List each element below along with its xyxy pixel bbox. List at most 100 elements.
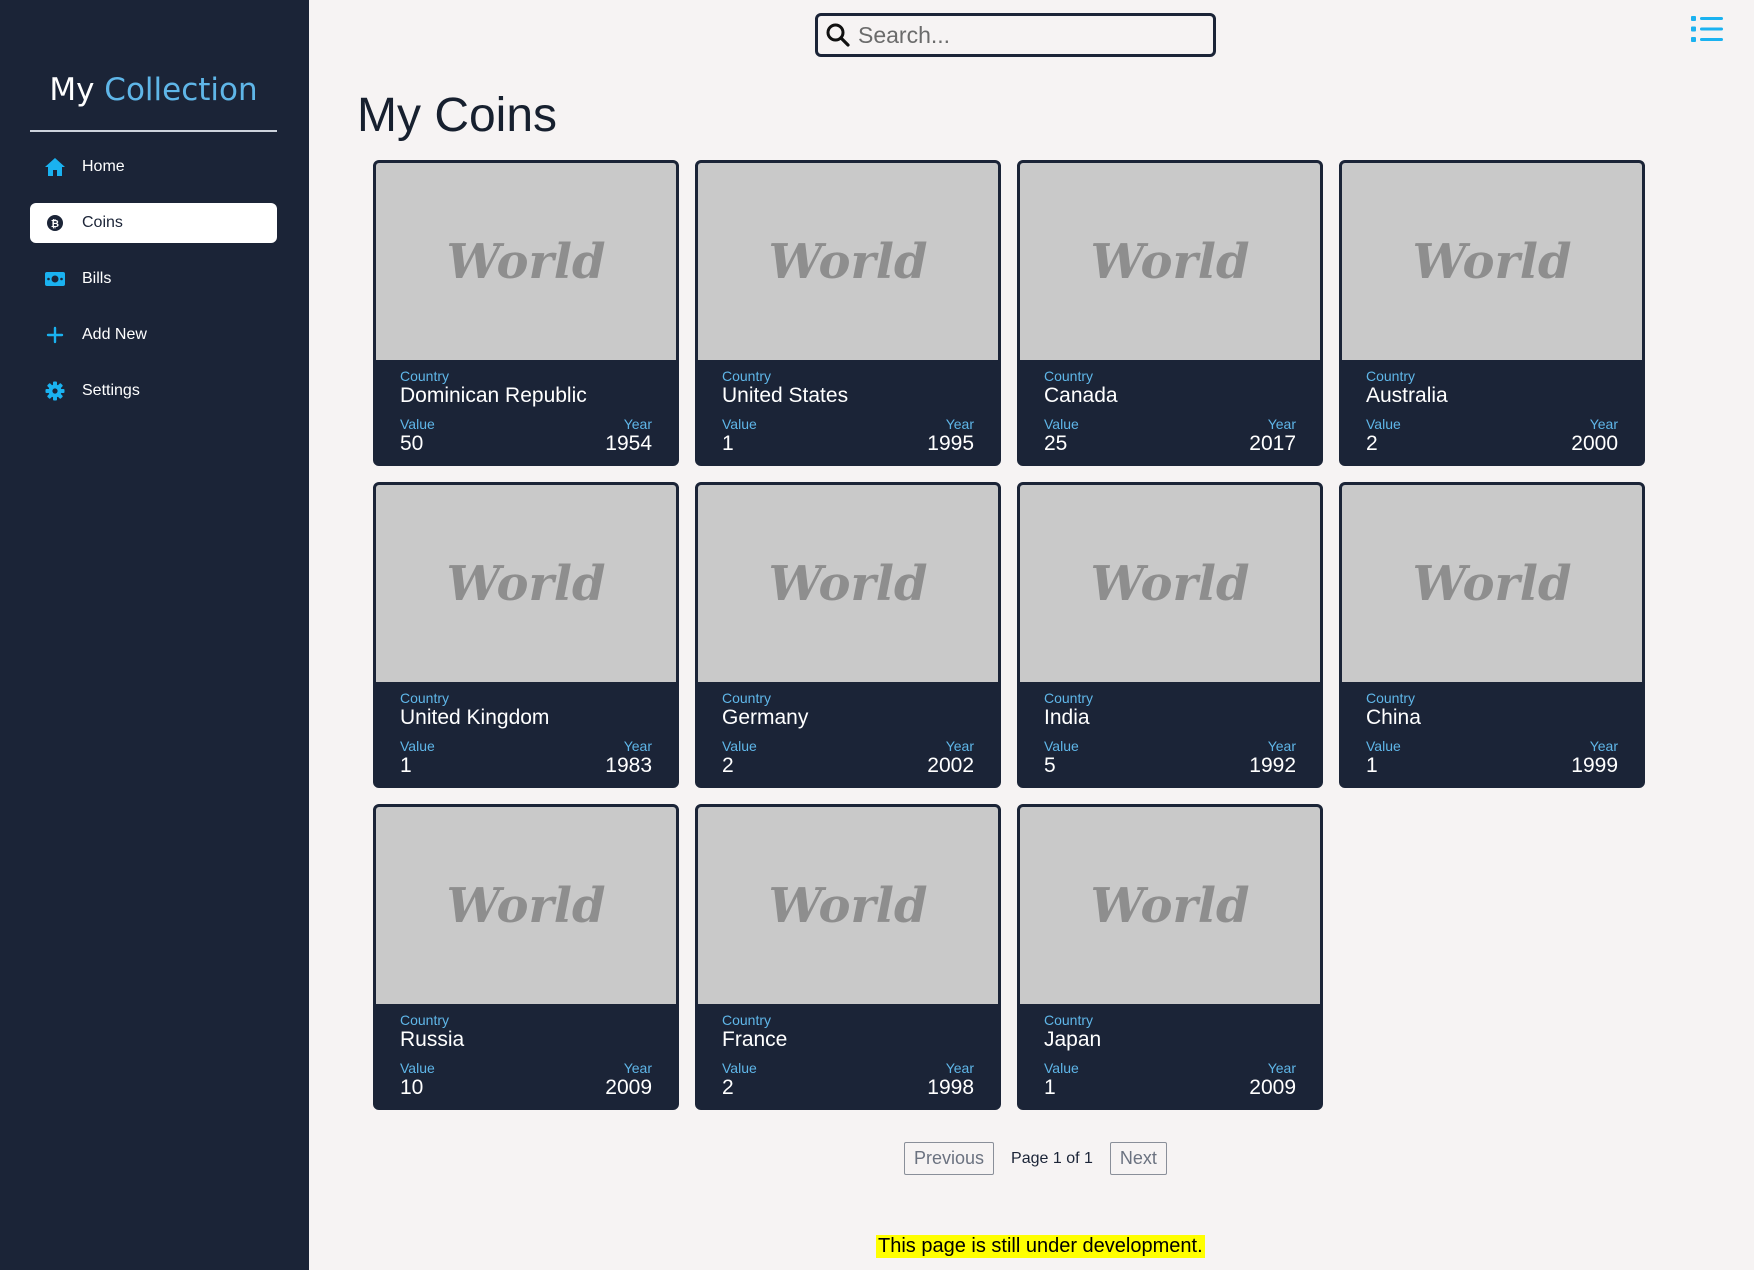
coin-value: 2 (722, 754, 734, 777)
value-label: Value (1366, 416, 1401, 432)
country-label: Country (400, 368, 450, 384)
coin-value: 2 (1366, 432, 1378, 455)
brand-title: My Collection (30, 72, 277, 108)
page-title: My Coins (357, 89, 558, 142)
year-column: Year 2000 (1571, 416, 1618, 456)
coin-image-text: World (446, 555, 606, 612)
development-notice: This page is still under development. (876, 1235, 1205, 1258)
coin-image-text: World (1412, 233, 1572, 290)
coin-year: 1992 (1249, 754, 1296, 777)
coin-value: 1 (722, 432, 734, 455)
coin-info: Country Russia Value 10 Year 2009 (376, 1004, 676, 1100)
coin-details: Value 50 Year 1954 (400, 416, 652, 456)
year-column: Year 1992 (1249, 738, 1296, 778)
brand-part2: Collection (104, 72, 258, 108)
coin-year: 1998 (927, 1076, 974, 1099)
coin-country: Canada (1044, 384, 1118, 407)
year-label: Year (945, 1060, 974, 1076)
sidebar-item-label: Settings (82, 382, 140, 399)
coin-year: 1954 (605, 432, 652, 455)
coin-details: Value 25 Year 2017 (1044, 416, 1296, 456)
sidebar-item-bills[interactable]: Bills (30, 259, 277, 299)
coin-year: 2002 (927, 754, 974, 777)
coin-image: World (1020, 807, 1320, 1004)
next-button[interactable]: Next (1109, 1142, 1167, 1175)
list-view-icon[interactable] (1690, 14, 1724, 44)
coin-image-text: World (1090, 555, 1250, 612)
coin-info: Country China Value 1 Year 1999 (1342, 682, 1642, 778)
year-label: Year (1589, 738, 1618, 754)
country-label: Country (1044, 1012, 1094, 1028)
sidebar-item-add-new[interactable]: Add New (30, 315, 277, 355)
coin-image: World (1020, 485, 1320, 682)
coin-info: Country Dominican Republic Value 50 Year… (376, 360, 676, 456)
sidebar-item-settings[interactable]: Settings (30, 371, 277, 411)
country-label: Country (1366, 690, 1416, 706)
coin-card[interactable]: World Country Japan Value 1 Year 2009 (1017, 804, 1323, 1110)
coin-details: Value 1 Year 1995 (722, 416, 974, 456)
coin-value: 25 (1044, 432, 1068, 455)
svg-text:₿: ₿ (51, 218, 59, 230)
coin-details: Value 1 Year 1983 (400, 738, 652, 778)
country-label: Country (1366, 368, 1416, 384)
coin-value: 10 (400, 1076, 424, 1099)
value-label: Value (400, 738, 435, 754)
year-column: Year 1954 (605, 416, 652, 456)
value-column: Value 10 (400, 1060, 435, 1100)
coin-card[interactable]: World Country China Value 1 Year 1999 (1339, 482, 1645, 788)
coin-grid: World Country Dominican Republic Value 5… (373, 160, 1646, 1110)
year-label: Year (1267, 1060, 1296, 1076)
coin-year: 2000 (1571, 432, 1618, 455)
value-column: Value 1 (1044, 1060, 1079, 1100)
coin-card[interactable]: World Country Australia Value 2 Year 200… (1339, 160, 1645, 466)
coin-info: Country France Value 2 Year 1998 (698, 1004, 998, 1100)
sidebar-item-home[interactable]: Home (30, 147, 277, 187)
country-label: Country (400, 690, 450, 706)
bill-icon (44, 268, 66, 290)
year-label: Year (1589, 416, 1618, 432)
value-column: Value 25 (1044, 416, 1079, 456)
search-icon[interactable] (818, 16, 858, 54)
coin-value: 1 (1366, 754, 1378, 777)
coin-image: World (376, 807, 676, 1004)
coin-value: 5 (1044, 754, 1056, 777)
sidebar-item-coins[interactable]: ₿ Coins (30, 203, 277, 243)
country-label: Country (722, 690, 772, 706)
value-label: Value (1044, 1060, 1079, 1076)
coin-details: Value 5 Year 1992 (1044, 738, 1296, 778)
sidebar-item-label: Bills (82, 270, 112, 287)
coin-image-text: World (1412, 555, 1572, 612)
sidebar-item-label: Add New (82, 326, 147, 343)
coin-info: Country Japan Value 1 Year 2009 (1020, 1004, 1320, 1100)
coin-country: United States (722, 384, 849, 407)
search-input[interactable] (858, 21, 1198, 49)
page-indicator: Page 1 of 1 (1011, 1149, 1093, 1167)
coin-icon: ₿ (44, 212, 66, 234)
coin-details: Value 2 Year 2000 (1366, 416, 1618, 456)
coin-value: 1 (1044, 1076, 1056, 1099)
coin-image: World (1342, 163, 1642, 360)
coin-card[interactable]: World Country France Value 2 Year 1998 (695, 804, 1001, 1110)
sidebar: My Collection Home ₿ Coins Bills Add New… (0, 0, 309, 1270)
coin-info: Country Canada Value 25 Year 2017 (1020, 360, 1320, 456)
coin-image: World (698, 163, 998, 360)
coin-value: 2 (722, 1076, 734, 1099)
coin-image: World (698, 807, 998, 1004)
sidebar-nav: Home ₿ Coins Bills Add New Settings (30, 147, 277, 427)
coin-card[interactable]: World Country Canada Value 25 Year 2017 (1017, 160, 1323, 466)
coin-card[interactable]: World Country Dominican Republic Value 5… (373, 160, 679, 466)
coin-card[interactable]: World Country Germany Value 2 Year 2002 (695, 482, 1001, 788)
search-bar (815, 13, 1216, 57)
year-label: Year (623, 1060, 652, 1076)
coin-card[interactable]: World Country Russia Value 10 Year 2009 (373, 804, 679, 1110)
coin-value: 50 (400, 432, 424, 455)
coin-card[interactable]: World Country United Kingdom Value 1 Yea… (373, 482, 679, 788)
coin-card[interactable]: World Country India Value 5 Year 1992 (1017, 482, 1323, 788)
coin-card[interactable]: World Country United States Value 1 Year… (695, 160, 1001, 466)
coin-details: Value 1 Year 1999 (1366, 738, 1618, 778)
coin-year: 2017 (1249, 432, 1296, 455)
previous-button[interactable]: Previous (904, 1142, 995, 1175)
sidebar-item-label: Coins (82, 214, 123, 231)
coin-country: France (722, 1028, 788, 1051)
value-column: Value 2 (1366, 416, 1401, 456)
